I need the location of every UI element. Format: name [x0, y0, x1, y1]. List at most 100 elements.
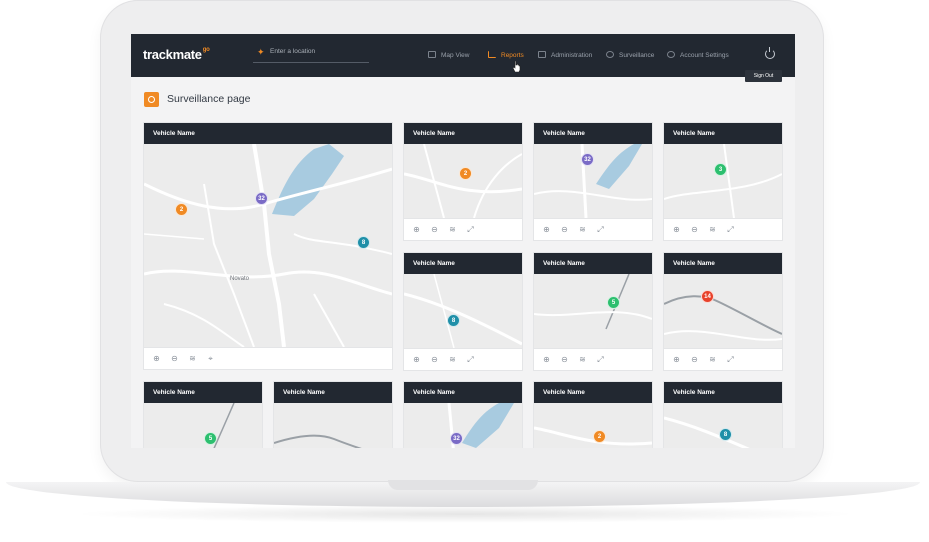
nav-map-view[interactable]: Map View: [428, 51, 469, 61]
vehicle-marker[interactable]: 2: [175, 203, 188, 216]
nav-label: Map View: [441, 52, 470, 59]
vehicle-card[interactable]: Vehicle Name 14 ⊕ ⊖ ≋ ⤢: [664, 253, 782, 370]
map-toolbar: ⊕ ⊖ ≋ ⤢: [404, 348, 522, 370]
nav-surveillance[interactable]: Surveillance: [606, 51, 654, 61]
vehicle-marker[interactable]: 8: [447, 314, 460, 327]
map-toolbar: ⊕ ⊖ ≋ ⤢: [404, 218, 522, 240]
vehicle-marker[interactable]: 5: [607, 296, 620, 309]
map-toolbar: ⊕ ⊖ ≋ ⤢: [534, 348, 652, 370]
card-title: Vehicle Name: [664, 123, 782, 144]
layers-icon[interactable]: ≋: [708, 225, 717, 234]
fullscreen-icon[interactable]: ⌖: [206, 354, 215, 363]
vehicle-card[interactable]: Vehicle Name 8: [664, 382, 782, 448]
zoom-out-icon[interactable]: ⊖: [430, 355, 439, 364]
map-view[interactable]: 2: [404, 144, 522, 218]
vehicle-card[interactable]: Vehicle Name 8 ⊕ ⊖ ≋ ⤢: [404, 253, 522, 370]
vehicle-marker[interactable]: 32: [450, 432, 463, 445]
vehicle-card[interactable]: Vehicle Name 2 ⊕ ⊖ ≋ ⤢: [404, 123, 522, 240]
vehicle-marker[interactable]: 3: [714, 163, 727, 176]
fullscreen-icon[interactable]: ⤢: [596, 355, 605, 364]
zoom-in-icon[interactable]: ⊕: [542, 355, 551, 364]
zoom-in-icon[interactable]: ⊕: [152, 354, 161, 363]
map-view[interactable]: 32: [534, 144, 652, 218]
zoom-out-icon[interactable]: ⊖: [560, 225, 569, 234]
vehicle-marker[interactable]: 32: [581, 153, 594, 166]
map-view[interactable]: 8: [664, 403, 782, 448]
map-roads: [664, 144, 782, 218]
sign-out-tooltip[interactable]: Sign Out: [745, 70, 782, 82]
vehicle-marker[interactable]: 2: [593, 430, 606, 443]
zoom-out-icon[interactable]: ⊖: [430, 225, 439, 234]
vehicle-card[interactable]: Vehicle Name 14: [274, 382, 392, 448]
zoom-in-icon[interactable]: ⊕: [542, 225, 551, 234]
map-view[interactable]: 2: [534, 403, 652, 448]
fullscreen-icon[interactable]: ⤢: [466, 225, 475, 234]
map-view[interactable]: 32: [404, 403, 522, 448]
zoom-in-icon[interactable]: ⊕: [412, 225, 421, 234]
vehicle-card[interactable]: Vehicle Name 5 ⊕ ⊖ ≋ ⤢: [534, 253, 652, 370]
zoom-in-icon[interactable]: ⊕: [672, 225, 681, 234]
vehicle-card[interactable]: Vehicle Name 3 ⊕ ⊖ ≋ ⤢: [664, 123, 782, 240]
vehicle-marker[interactable]: 8: [719, 428, 732, 441]
fullscreen-icon[interactable]: ⤢: [596, 225, 605, 234]
power-icon[interactable]: [765, 47, 775, 59]
map-icon: [428, 51, 436, 58]
card-title: Vehicle Name: [534, 123, 652, 144]
nav-administration[interactable]: Administration: [538, 51, 592, 61]
layers-icon[interactable]: ≋: [448, 225, 457, 234]
card-title: Vehicle Name: [404, 382, 522, 403]
fullscreen-icon[interactable]: ⤢: [466, 355, 475, 364]
map-toolbar: ⊕ ⊖ ≋ ⤢: [664, 218, 782, 240]
logo-suffix: go: [202, 47, 210, 53]
vehicle-marker[interactable]: 2: [459, 167, 472, 180]
card-title: Vehicle Name: [664, 382, 782, 403]
card-title: Vehicle Name: [144, 382, 262, 403]
map-view[interactable]: 14: [664, 274, 782, 348]
map-view[interactable]: 5: [144, 403, 262, 448]
vehicle-card[interactable]: Vehicle Name 5: [144, 382, 262, 448]
map-view[interactable]: 3: [664, 144, 782, 218]
layers-icon[interactable]: ≋: [708, 355, 717, 364]
map-label: Novato: [230, 276, 250, 282]
card-title: Vehicle Name: [404, 123, 522, 144]
location-search[interactable]: ✦ Enter a location: [253, 45, 369, 63]
vehicle-marker[interactable]: 14: [701, 290, 714, 303]
zoom-out-icon[interactable]: ⊖: [690, 225, 699, 234]
map-roads: [404, 403, 522, 448]
layers-icon[interactable]: ≋: [578, 355, 587, 364]
map-view[interactable]: 5: [534, 274, 652, 348]
zoom-out-icon[interactable]: ⊖: [560, 355, 569, 364]
logo[interactable]: trackmatego: [143, 47, 210, 62]
vehicle-card[interactable]: Vehicle Name 32 ⊕ ⊖ ≋ ⤢: [534, 123, 652, 240]
zoom-in-icon[interactable]: ⊕: [412, 355, 421, 364]
layers-icon[interactable]: ≋: [578, 225, 587, 234]
vehicle-marker[interactable]: 32: [255, 192, 268, 205]
location-pin-icon: ✦: [257, 47, 265, 57]
card-title: Vehicle Name: [534, 382, 652, 403]
fullscreen-icon[interactable]: ⤢: [726, 225, 735, 234]
vehicle-card[interactable]: Vehicle Name 32: [404, 382, 522, 448]
vehicle-marker[interactable]: 8: [357, 236, 370, 249]
map-roads: [144, 403, 262, 448]
nav-account-settings[interactable]: Account Settings: [667, 51, 729, 61]
layers-icon[interactable]: ≋: [188, 354, 197, 363]
search-input[interactable]: Enter a location: [270, 48, 315, 55]
zoom-out-icon[interactable]: ⊖: [690, 355, 699, 364]
page-title: Surveillance page: [167, 93, 251, 105]
map-roads: [534, 274, 652, 348]
vehicle-card[interactable]: Vehicle Name 2: [534, 382, 652, 448]
map-view[interactable]: Novato 2 32 8: [144, 144, 392, 347]
vehicle-card-large[interactable]: Vehicle Name Novato 2 32 8 ⊕ ⊖ ≋ ⌖: [144, 123, 392, 369]
nav-reports[interactable]: Reports: [488, 51, 524, 61]
nav-label: Reports: [501, 52, 524, 59]
map-view[interactable]: 8: [404, 274, 522, 348]
fullscreen-icon[interactable]: ⤢: [726, 355, 735, 364]
layers-icon[interactable]: ≋: [448, 355, 457, 364]
map-roads: [664, 274, 782, 348]
map-view[interactable]: 14: [274, 403, 392, 448]
vehicle-marker[interactable]: 5: [204, 432, 217, 445]
wrench-icon: [538, 51, 546, 58]
zoom-in-icon[interactable]: ⊕: [672, 355, 681, 364]
zoom-out-icon[interactable]: ⊖: [170, 354, 179, 363]
laptop-mockup: trackmatego ✦ Enter a location Map View …: [0, 0, 929, 542]
